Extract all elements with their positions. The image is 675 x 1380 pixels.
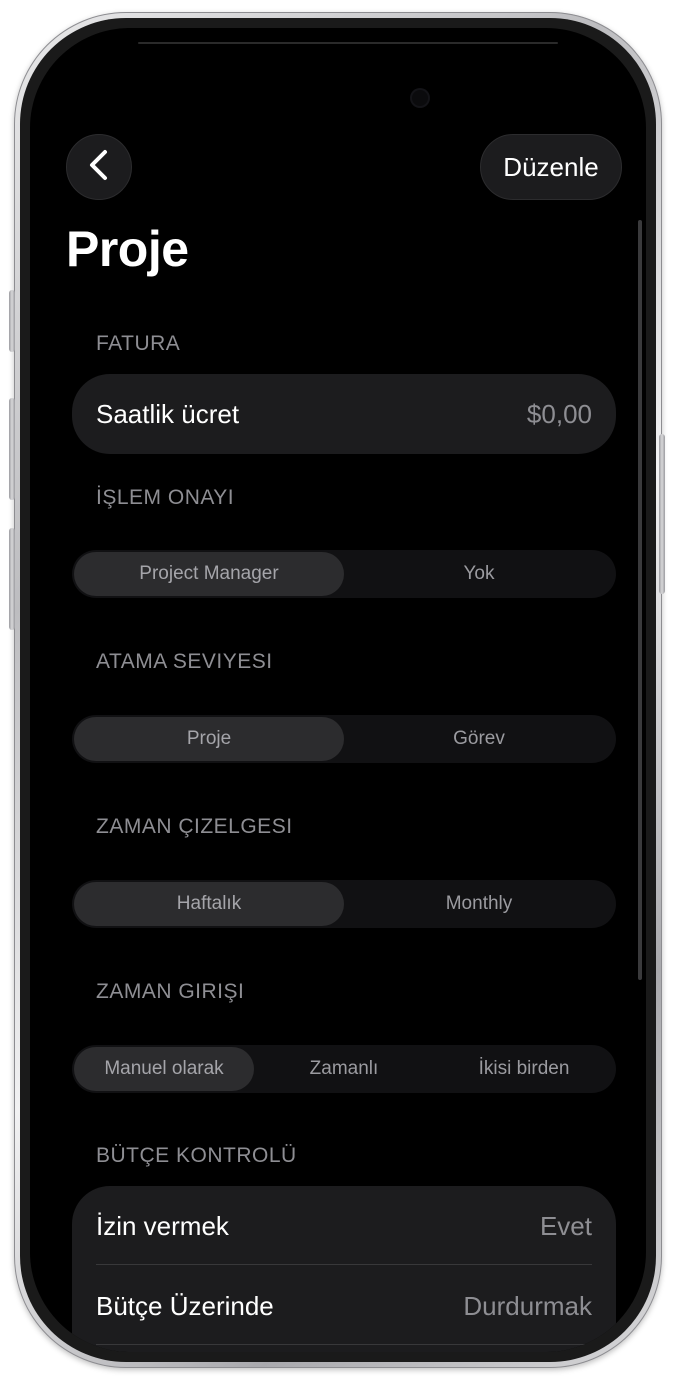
screen: Düzenle Proje FATURA Saatlik ücret $0,00… bbox=[30, 28, 646, 1352]
volume-up-button bbox=[9, 398, 15, 500]
segment-none[interactable]: Yok bbox=[344, 552, 614, 596]
segment-project[interactable]: Proje bbox=[74, 717, 344, 761]
screen-edge bbox=[138, 42, 558, 44]
row-label: Saatlik ücret bbox=[96, 398, 240, 429]
timesheet-segmented-control: Haftalık Monthly bbox=[72, 880, 616, 928]
section-header-billing: FATURA bbox=[96, 332, 181, 355]
row-label: Bütçe Üzerinde bbox=[96, 1290, 274, 1321]
budget-card: İzin vermek Evet Bütçe Üzerinde Durdurma… bbox=[72, 1186, 616, 1352]
bezel: Düzenle Proje FATURA Saatlik ücret $0,00… bbox=[20, 18, 656, 1362]
phone-frame: Düzenle Proje FATURA Saatlik ücret $0,00… bbox=[9, 12, 665, 1368]
row-value: Durdurmak bbox=[463, 1290, 592, 1321]
scrollbar[interactable] bbox=[638, 220, 642, 980]
row-value: $0,00 bbox=[526, 398, 592, 429]
row-divider bbox=[96, 1344, 592, 1345]
billing-card: Saatlik ücret $0,00 bbox=[72, 374, 616, 454]
segment-both[interactable]: İkisi birden bbox=[434, 1047, 614, 1091]
assignment-segmented-control: Proje Görev bbox=[72, 715, 616, 763]
segment-project-manager[interactable]: Project Manager bbox=[74, 552, 344, 596]
front-camera bbox=[412, 90, 428, 106]
segment-timed[interactable]: Zamanlı bbox=[254, 1047, 434, 1091]
section-header-assignment: ATAMA SEVIYESI bbox=[96, 650, 273, 673]
chevron-left-icon bbox=[86, 148, 112, 187]
power-button bbox=[659, 434, 665, 594]
page-title: Proje bbox=[66, 221, 189, 277]
section-header-time-entry: ZAMAN GIRIŞI bbox=[96, 980, 245, 1003]
segment-manual[interactable]: Manuel olarak bbox=[74, 1047, 254, 1091]
row-label: İzin vermek bbox=[96, 1210, 229, 1241]
segment-task[interactable]: Görev bbox=[344, 717, 614, 761]
volume-down-button bbox=[9, 528, 15, 630]
edit-button[interactable]: Düzenle bbox=[480, 134, 622, 200]
section-header-timesheet: ZAMAN ÇIZELGESI bbox=[96, 815, 293, 838]
section-header-approval: İŞLEM ONAYI bbox=[96, 486, 235, 509]
action-button bbox=[9, 290, 15, 352]
segment-monthly[interactable]: Monthly bbox=[344, 882, 614, 926]
section-header-budget: BÜTÇE KONTROLÜ bbox=[96, 1144, 297, 1167]
back-button[interactable] bbox=[66, 134, 132, 200]
allow-row[interactable]: İzin vermek Evet bbox=[96, 1186, 592, 1266]
row-divider bbox=[96, 1264, 592, 1265]
over-budget-row[interactable]: Bütçe Üzerinde Durdurmak bbox=[96, 1266, 592, 1346]
hourly-rate-row[interactable]: Saatlik ücret $0,00 bbox=[96, 374, 592, 454]
time-entry-segmented-control: Manuel olarak Zamanlı İkisi birden bbox=[72, 1045, 616, 1093]
segment-weekly[interactable]: Haftalık bbox=[74, 882, 344, 926]
approval-segmented-control: Project Manager Yok bbox=[72, 550, 616, 598]
row-value: Evet bbox=[539, 1210, 592, 1241]
